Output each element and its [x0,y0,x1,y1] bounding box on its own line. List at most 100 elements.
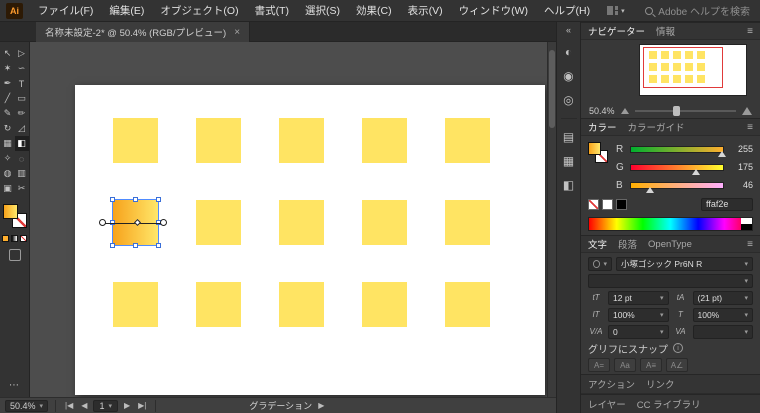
expand-panels-button[interactable]: « [566,25,571,35]
artwork-square[interactable] [279,282,324,327]
zoom-in-icon[interactable] [742,107,752,115]
menu-edit[interactable]: 編集(E) [102,0,151,22]
leading-combo[interactable]: (21 pt) [692,290,753,305]
panel-menu-icon[interactable] [747,26,753,37]
panel-menu-icon[interactable] [747,239,753,250]
font-search-combo[interactable] [588,256,612,271]
artwork-square[interactable] [113,282,158,327]
magic-wand-tool[interactable]: ✶ [1,61,15,76]
lasso-tool[interactable]: ∽ [15,61,29,76]
red-value[interactable]: 255 [729,144,753,154]
dock-icon-libraries[interactable]: ◉ [559,65,579,87]
fill-stroke-indicator[interactable] [2,204,27,228]
navigator-thumbnail[interactable] [639,44,747,96]
navigator-zoom-slider[interactable] [634,106,736,116]
menu-select[interactable]: 選択(S) [298,0,347,22]
gradient-midpoint-handle[interactable] [133,218,142,226]
direct-selection-tool[interactable]: ▷ [15,46,29,61]
none-swatch[interactable] [588,198,599,210]
selection-handle[interactable] [110,243,115,248]
tab-layers[interactable]: レイヤー [588,397,626,411]
artwork-square[interactable] [196,200,241,245]
glyph-snap-option-3[interactable]: A≡ [640,358,662,372]
menu-effect[interactable]: 効果(C) [349,0,399,22]
type-tool[interactable]: T [15,76,29,91]
blue-slider[interactable] [630,181,724,193]
dock-icon-symbols[interactable]: ◧ [559,174,579,196]
artwork-square[interactable] [362,282,407,327]
tab-color-guide[interactable]: カラーガイド [628,120,685,134]
font-size-combo[interactable]: 12 pt [608,290,669,305]
selection-handle[interactable] [156,243,161,248]
green-slider[interactable] [630,163,724,175]
artwork-square[interactable] [196,282,241,327]
pen-tool[interactable]: ✒ [1,76,15,91]
mesh-tool[interactable]: ▦ [1,136,15,151]
navigator-view-box[interactable] [643,47,723,88]
selection-handle[interactable] [156,197,161,202]
slice-tool[interactable]: ✂ [15,181,29,196]
vertical-scrollbar[interactable] [547,42,556,397]
artwork-square[interactable] [362,118,407,163]
navigator-zoom-slider-thumb[interactable] [673,106,681,116]
color-spectrum-bar[interactable] [588,217,753,231]
glyph-snap-option-4[interactable]: A∠ [666,358,688,372]
white-swatch[interactable] [602,198,613,210]
font-family-combo[interactable]: 小塚ゴシック Pr6N R [616,256,753,271]
last-artboard-button[interactable] [136,401,148,410]
blue-value[interactable]: 46 [729,180,753,190]
artwork-square-selected[interactable] [99,197,167,248]
font-style-combo[interactable] [588,273,753,288]
vertical-scale-combo[interactable]: 100% [608,307,669,322]
previous-artboard-button[interactable] [79,401,89,410]
artwork-square[interactable] [445,200,490,245]
artwork-square[interactable] [445,118,490,163]
paintbrush-tool[interactable]: ✎ [1,106,15,121]
tracking-combo[interactable] [692,324,753,339]
color-fill-stroke-indicator[interactable] [588,140,610,180]
red-slider[interactable] [630,145,726,157]
tab-opentype[interactable]: OpenType [648,239,692,250]
workspace-switcher[interactable]: ▾ [607,6,625,15]
menu-type[interactable]: 書式(T) [248,0,296,22]
artwork-square[interactable] [279,118,324,163]
tab-actions[interactable]: アクション [588,377,635,391]
black-swatch[interactable] [616,198,627,210]
menu-view[interactable]: 表示(V) [401,0,450,22]
selection-handle[interactable] [133,243,138,248]
canvas[interactable] [30,42,556,397]
artwork-square[interactable] [279,200,324,245]
selection-handle[interactable] [110,197,115,202]
dock-icon-swatches[interactable]: ▤ [559,126,579,148]
glyph-snap-option-1[interactable]: A= [588,358,610,372]
artwork-square[interactable] [362,200,407,245]
white-black-ramp[interactable] [741,218,752,230]
help-search[interactable]: Adobe ヘルプを検索 [645,3,754,18]
artboard[interactable] [75,85,545,395]
zoom-level-combo[interactable]: 50.4% [5,399,49,412]
red-slider-thumb[interactable] [718,150,726,157]
hex-value-field[interactable]: ffaf2e [701,197,753,211]
green-slider-thumb[interactable] [691,168,700,175]
blue-slider-thumb[interactable] [645,186,654,193]
artwork-square[interactable] [445,282,490,327]
info-icon[interactable] [673,343,683,353]
dock-icon-brushes[interactable]: ▦ [559,150,579,172]
fill-color-swatch[interactable] [588,142,601,155]
navigator-zoom-value[interactable]: 50.4% [589,106,615,116]
selection-tool[interactable]: ↖ [1,46,15,61]
symbol-sprayer-tool[interactable]: ◍ [1,166,15,181]
eyedropper-tool[interactable]: ✧ [1,151,15,166]
first-artboard-button[interactable] [63,401,75,410]
dock-icon-properties[interactable]: ◐ [559,41,579,63]
document-tab[interactable]: 名称未設定-2* @ 50.4% (RGB/プレビュー) × [36,22,251,42]
column-graph-tool[interactable]: ▥ [15,166,29,181]
gradient-end-handle[interactable] [160,218,167,226]
tab-links[interactable]: リンク [646,377,675,391]
selection-handle[interactable] [133,197,138,202]
glyph-snap-option-2[interactable]: Aa [614,358,636,372]
artboard-tool[interactable]: ▣ [1,181,15,196]
fill-color-swatch[interactable] [2,204,18,219]
close-tab-button[interactable]: × [234,27,240,38]
status-expand-icon[interactable] [316,401,326,410]
